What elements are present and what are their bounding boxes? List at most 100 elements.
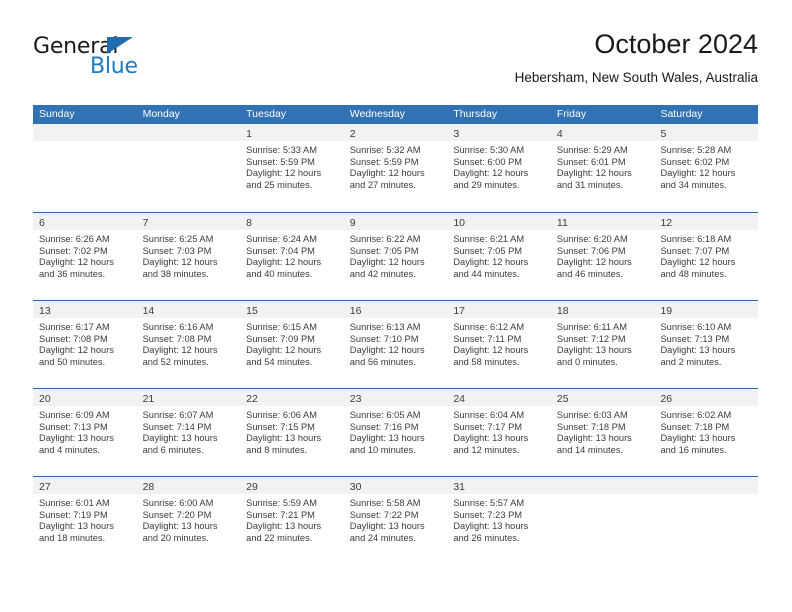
- day-detail-line: Sunrise: 6:11 AM: [556, 322, 627, 332]
- day-cell[interactable]: 19 Sunrise: 6:10 AM Sunset: 7:13 PM Dayligh…: [654, 301, 759, 388]
- day-cell[interactable]: 24 Sunrise: 6:04 AM Sunset: 7:17 PM Dayligh…: [447, 389, 551, 476]
- day-detail-line: Sunrise: 6:01 AM: [39, 498, 110, 508]
- day-number: 10: [453, 217, 465, 229]
- day-detail-line: Daylight: 13 hours: [453, 433, 529, 444]
- day-cell[interactable]: 27 Sunrise: 6:01 AM Sunset: 7:19 PM Dayligh…: [33, 477, 137, 564]
- day-cell[interactable]: 1 Sunrise: 5:33 AM Sunset: 5:59 PM Daylight…: [240, 124, 344, 212]
- day-number-strip: 31: [447, 477, 551, 494]
- day-detail-line: and 20 minutes.: [142, 532, 209, 543]
- day-number-strip: 4: [550, 124, 655, 141]
- day-detail-line: Daylight: 12 hours: [349, 257, 425, 268]
- day-detail-line: Sunset: 7:13 PM: [39, 421, 108, 432]
- day-number: 20: [39, 393, 51, 405]
- day-detail-line: Sunrise: 5:33 AM: [246, 145, 317, 155]
- day-cell[interactable]: 23 Sunrise: 6:05 AM Sunset: 7:16 PM Dayligh…: [343, 389, 448, 476]
- day-cell[interactable]: 17 Sunrise: 6:12 AM Sunset: 7:11 PM Dayligh…: [447, 301, 551, 388]
- day-cell-details: Sunrise: 5:28 AM Sunset: 6:02 PM Daylight:…: [654, 141, 758, 191]
- day-detail-line: Sunset: 7:09 PM: [246, 333, 315, 344]
- title-block: October 2024 Hebersham, New South Wales,…: [515, 28, 758, 86]
- day-detail-line: Sunset: 7:10 PM: [349, 333, 419, 344]
- day-cell[interactable]: 15 Sunrise: 6:15 AM Sunset: 7:09 PM Dayligh…: [240, 301, 344, 388]
- day-cell-details: Sunrise: 6:26 AM Sunset: 7:02 PM Daylight:…: [33, 230, 137, 280]
- day-cell[interactable]: 4 Sunrise: 5:29 AM Sunset: 6:01 PM Daylight…: [550, 124, 655, 212]
- day-cell[interactable]: 3 Sunrise: 5:30 AM Sunset: 6:00 PM Daylight…: [447, 124, 551, 212]
- day-cell[interactable]: 31 Sunrise: 5:57 AM Sunset: 7:23 PM Dayligh…: [447, 477, 551, 564]
- day-cell[interactable]: 16 Sunrise: 6:13 AM Sunset: 7:10 PM Dayligh…: [343, 301, 448, 388]
- day-cell[interactable]: 26 Sunrise: 6:02 AM Sunset: 7:18 PM Dayligh…: [654, 389, 759, 476]
- day-detail-line: Sunset: 7:21 PM: [246, 509, 315, 520]
- day-cell-details: [33, 141, 137, 145]
- day-cell-details: Sunrise: 6:16 AM Sunset: 7:08 PM Daylight:…: [137, 318, 241, 368]
- day-cell[interactable]: 14 Sunrise: 6:16 AM Sunset: 7:08 PM Dayligh…: [136, 301, 241, 388]
- day-detail-line: Daylight: 13 hours: [349, 433, 425, 444]
- day-detail-line: Sunrise: 5:30 AM: [453, 145, 525, 155]
- day-number: 2: [349, 128, 356, 140]
- day-cell[interactable]: 8 Sunrise: 6:24 AM Sunset: 7:04 PM Daylight…: [240, 213, 344, 300]
- day-cell-details: Sunrise: 5:29 AM Sunset: 6:01 PM Daylight:…: [551, 141, 655, 191]
- day-detail-line: and 25 minutes.: [246, 179, 313, 190]
- day-cell[interactable]: 12 Sunrise: 6:18 AM Sunset: 7:07 PM Dayligh…: [654, 213, 759, 300]
- day-detail-line: Sunrise: 6:03 AM: [556, 410, 628, 420]
- day-cell[interactable]: 25 Sunrise: 6:03 AM Sunset: 7:18 PM Dayligh…: [550, 389, 655, 476]
- day-cell[interactable]: 11 Sunrise: 6:20 AM Sunset: 7:06 PM Dayligh…: [550, 213, 655, 300]
- day-cell[interactable]: 20 Sunrise: 6:09 AM Sunset: 7:13 PM Dayligh…: [33, 389, 137, 476]
- day-number-strip: 6: [33, 213, 137, 230]
- day-number-strip: 21: [136, 389, 241, 406]
- day-detail-line: Daylight: 13 hours: [660, 433, 736, 444]
- calendar-week-row: 1 Sunrise: 5:33 AM Sunset: 5:59 PM Daylight…: [33, 124, 759, 212]
- day-cell[interactable]: 21 Sunrise: 6:07 AM Sunset: 7:14 PM Dayligh…: [136, 389, 241, 476]
- location-subtitle: Hebersham, New South Wales, Australia: [514, 70, 758, 85]
- day-detail-line: Daylight: 13 hours: [142, 433, 218, 444]
- day-cell-details: Sunrise: 6:02 AM Sunset: 7:18 PM Daylight:…: [654, 406, 758, 456]
- day-detail-line: Sunset: 7:13 PM: [660, 333, 730, 344]
- day-cell-details: Sunrise: 5:57 AM Sunset: 7:23 PM Daylight:…: [447, 494, 551, 544]
- day-detail-line: Sunrise: 6:00 AM: [142, 498, 214, 508]
- day-detail-line: Daylight: 12 hours: [660, 257, 736, 268]
- day-cell[interactable]: 2 Sunrise: 5:32 AM Sunset: 5:59 PM Daylight…: [343, 124, 448, 212]
- day-cell-empty: [136, 124, 241, 212]
- day-cell[interactable]: 6 Sunrise: 6:26 AM Sunset: 7:02 PM Daylight…: [33, 213, 137, 300]
- day-cell[interactable]: 10 Sunrise: 6:21 AM Sunset: 7:05 PM Dayligh…: [447, 213, 551, 300]
- day-cell-details: Sunrise: 5:58 AM Sunset: 7:22 PM Daylight:…: [344, 494, 448, 544]
- day-number: 24: [453, 393, 465, 405]
- day-cell-empty: [33, 124, 137, 212]
- day-cell-details: Sunrise: 6:22 AM Sunset: 7:05 PM Daylight:…: [344, 230, 448, 280]
- day-detail-line: and 40 minutes.: [246, 268, 313, 279]
- day-cell[interactable]: 5 Sunrise: 5:28 AM Sunset: 6:02 PM Daylight…: [654, 124, 759, 212]
- calendar-week-row: 27 Sunrise: 6:01 AM Sunset: 7:19 PM Dayligh…: [33, 476, 759, 564]
- day-cell-details: Sunrise: 6:21 AM Sunset: 7:05 PM Daylight:…: [447, 230, 551, 280]
- day-cell[interactable]: 29 Sunrise: 5:59 AM Sunset: 7:21 PM Dayligh…: [240, 477, 344, 564]
- day-cell[interactable]: 18 Sunrise: 6:11 AM Sunset: 7:12 PM Dayligh…: [550, 301, 655, 388]
- day-detail-line: Daylight: 12 hours: [246, 257, 322, 268]
- day-cell[interactable]: 22 Sunrise: 6:06 AM Sunset: 7:15 PM Dayligh…: [240, 389, 344, 476]
- day-detail-line: Sunrise: 6:15 AM: [246, 322, 317, 332]
- day-cell[interactable]: 13 Sunrise: 6:17 AM Sunset: 7:08 PM Dayligh…: [33, 301, 137, 388]
- day-number-strip: 10: [447, 213, 551, 230]
- calendar-weeks: 1 Sunrise: 5:33 AM Sunset: 5:59 PM Daylight…: [33, 124, 759, 564]
- day-cell[interactable]: 7 Sunrise: 6:25 AM Sunset: 7:03 PM Daylight…: [136, 213, 241, 300]
- day-detail-line: Sunset: 7:19 PM: [39, 509, 108, 520]
- day-detail-line: Sunset: 7:07 PM: [660, 245, 730, 256]
- day-cell[interactable]: 30 Sunrise: 5:58 AM Sunset: 7:22 PM Dayligh…: [343, 477, 448, 564]
- day-detail-line: Daylight: 13 hours: [246, 521, 322, 532]
- day-number-strip: 15: [240, 301, 344, 318]
- day-number-strip: 8: [240, 213, 344, 230]
- day-cell[interactable]: 28 Sunrise: 6:00 AM Sunset: 7:20 PM Dayligh…: [136, 477, 241, 564]
- day-detail-line: and 29 minutes.: [453, 179, 520, 190]
- day-cell-details: Sunrise: 6:20 AM Sunset: 7:06 PM Daylight:…: [551, 230, 655, 280]
- calendar-week-row: 6 Sunrise: 6:26 AM Sunset: 7:02 PM Daylight…: [33, 212, 759, 300]
- dow-thursday: Thursday: [453, 108, 498, 120]
- day-detail-line: Sunset: 7:11 PM: [453, 333, 522, 344]
- day-detail-line: and 10 minutes.: [349, 444, 416, 455]
- day-number-strip: 11: [550, 213, 655, 230]
- day-detail-line: and 42 minutes.: [349, 268, 416, 279]
- day-detail-line: Sunset: 7:18 PM: [556, 421, 626, 432]
- calendar-week-row: 13 Sunrise: 6:17 AM Sunset: 7:08 PM Dayligh…: [33, 300, 759, 388]
- day-detail-line: and 58 minutes.: [453, 356, 520, 367]
- day-detail-line: Sunrise: 5:58 AM: [349, 498, 421, 508]
- day-cell[interactable]: 9 Sunrise: 6:22 AM Sunset: 7:05 PM Daylight…: [343, 213, 448, 300]
- day-detail-line: Daylight: 13 hours: [349, 521, 425, 532]
- day-detail-line: Daylight: 12 hours: [349, 345, 425, 356]
- day-number-strip: 24: [447, 389, 551, 406]
- day-detail-line: Sunset: 7:08 PM: [142, 333, 212, 344]
